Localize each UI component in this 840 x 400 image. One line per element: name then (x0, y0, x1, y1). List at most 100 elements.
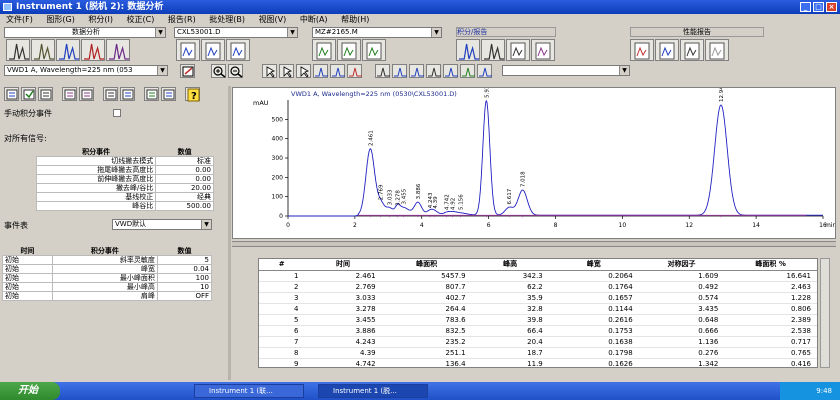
integrate-now-button[interactable] (4, 87, 19, 101)
integration-settings-button[interactable] (481, 39, 505, 61)
compare-button[interactable] (106, 39, 130, 61)
table-row[interactable]: 4 3.278 264.4 32.8 0.1144 3.435 0.806 (259, 303, 817, 315)
timed-event-event[interactable]: 最小峰面积 (51, 273, 158, 283)
timed-event-time[interactable]: 初始 (2, 264, 53, 274)
timed-event-row[interactable]: 初始 最小峰高 10 (2, 282, 213, 292)
event-value[interactable]: 500.00 (155, 201, 214, 211)
manual-integrate-button[interactable] (375, 64, 390, 78)
menu-view[interactable]: 视图(V) (259, 15, 287, 24)
timed-event-time[interactable]: 初始 (2, 282, 53, 292)
report-button[interactable] (506, 39, 530, 61)
instrument-button[interactable] (6, 39, 30, 61)
manual-events-checkbox[interactable] (113, 109, 121, 117)
timed-event-event[interactable]: 峰宽 (51, 264, 158, 274)
results-scrollbar[interactable] (820, 258, 830, 368)
shoulder-button[interactable] (426, 64, 441, 78)
results-header[interactable]: # (259, 259, 305, 271)
table-row[interactable]: 7 4.243 235.2 20.4 0.1638 1.136 0.717 (259, 336, 817, 348)
method-edit-button[interactable] (362, 39, 386, 61)
results-header[interactable]: 峰面积 (381, 259, 472, 271)
export-button[interactable] (144, 87, 159, 101)
file-select[interactable]: CXL53001.D ▼ (174, 27, 298, 38)
pointer-button[interactable] (262, 64, 277, 78)
peak-label-button[interactable] (296, 64, 311, 78)
method-select[interactable]: MZ#2165.M ▼ (312, 27, 442, 38)
table-row[interactable]: 9 4.742 136.4 11.9 0.1626 1.342 0.416 (259, 358, 817, 367)
event-value[interactable]: 标准 (155, 156, 214, 166)
results-header[interactable]: 时间 (304, 259, 382, 271)
load-file-button[interactable] (176, 39, 200, 61)
perf-report-button[interactable] (630, 39, 654, 61)
timed-event-event[interactable]: 肩峰 (51, 291, 158, 301)
overlay-button[interactable] (81, 39, 105, 61)
integrate-button[interactable] (456, 39, 480, 61)
load-method-button[interactable] (312, 39, 336, 61)
event-value[interactable]: 0.00 (155, 165, 214, 175)
timed-event-event[interactable]: 斜率灵敏度 (51, 255, 158, 265)
timed-event-time[interactable]: 初始 (2, 255, 53, 265)
close-button[interactable]: × (826, 2, 837, 12)
grid-button[interactable] (120, 87, 135, 101)
timed-event-event[interactable]: 最小峰高 (51, 282, 158, 292)
spectrum-button[interactable] (460, 64, 475, 78)
table-row[interactable]: 1 2.461 5457.9 342.3 0.2064 1.609 16.641 (259, 270, 817, 282)
event-value[interactable]: 20.00 (155, 183, 214, 193)
edit-events-button[interactable] (21, 87, 36, 101)
perf-preview-button[interactable] (655, 39, 679, 61)
zoom-out-button[interactable] (228, 64, 243, 78)
timed-event-value[interactable]: 0.04 (156, 264, 213, 274)
menu-report[interactable]: 报告(R) (168, 15, 196, 24)
menu-calibration[interactable]: 校正(C) (127, 15, 155, 24)
next-file-button[interactable] (201, 39, 225, 61)
remove-button[interactable] (161, 87, 176, 101)
results-header[interactable]: 峰宽 (548, 259, 639, 271)
start-button[interactable]: 开始 (0, 382, 60, 400)
table-row[interactable]: 3 3.033 402.7 35.9 0.1657 0.574 1.228 (259, 292, 817, 304)
drop-line-button[interactable] (443, 64, 458, 78)
select-peak-button[interactable] (279, 64, 294, 78)
event-table-select[interactable]: VWD默认 ▼ (112, 219, 212, 230)
signal-button[interactable] (56, 39, 80, 61)
signal-select[interactable]: VWD1 A, Wavelength=225 nm (053 ▼ (4, 65, 168, 76)
menu-help[interactable]: 帮助(H) (341, 15, 369, 24)
prev-file-button[interactable] (226, 39, 250, 61)
results-header[interactable]: 峰面积 % (724, 259, 817, 271)
peak-purity-button[interactable] (477, 64, 492, 78)
timed-event-time[interactable]: 初始 (2, 273, 53, 283)
perf-disabled-button[interactable] (705, 39, 729, 61)
table-row[interactable]: 6 3.886 832.5 66.4 0.1753 0.666 2.538 (259, 325, 817, 337)
split-peak-button[interactable] (330, 64, 345, 78)
timed-event-row[interactable]: 初始 峰宽 0.04 (2, 264, 213, 274)
timed-event-value[interactable]: OFF (156, 291, 213, 301)
maximize-button[interactable]: □ (813, 2, 824, 12)
menu-abort[interactable]: 中断(A) (300, 15, 328, 24)
taskbar-item-online[interactable]: Instrument 1 (联... (194, 384, 304, 398)
panel-splitter[interactable] (228, 86, 231, 380)
append-button[interactable] (62, 87, 77, 101)
extra-select[interactable]: ▼ (502, 65, 630, 76)
edit-button[interactable] (180, 64, 195, 78)
event-value[interactable]: 0.00 (155, 174, 214, 184)
timed-event-row[interactable]: 初始 最小峰面积 100 (2, 273, 213, 283)
menu-batch[interactable]: 批处理(B) (209, 15, 245, 24)
timed-event-time[interactable]: 初始 (2, 291, 53, 301)
table-row[interactable]: 5 3.455 783.6 39.8 0.2616 0.648 2.389 (259, 314, 817, 326)
event-value[interactable]: 经典 (155, 192, 214, 202)
minimize-button[interactable]: _ (800, 2, 811, 12)
timed-event-value[interactable]: 10 (156, 282, 213, 292)
timed-event-value[interactable]: 100 (156, 273, 213, 283)
timed-event-row[interactable]: 初始 斜率灵敏度 5 (2, 255, 213, 265)
tangent-skim-button[interactable] (392, 64, 407, 78)
table-row[interactable]: 8 4.39 251.1 18.7 0.1798 0.276 0.765 (259, 347, 817, 359)
baseline-button[interactable] (313, 64, 328, 78)
results-header[interactable]: 峰高 (471, 259, 549, 271)
menu-graphics[interactable]: 图形(G) (46, 15, 74, 24)
table-button[interactable] (103, 87, 118, 101)
sequence-button[interactable] (31, 39, 55, 61)
delete-peak-button[interactable] (347, 64, 362, 78)
negative-peak-button[interactable] (409, 64, 424, 78)
insert-button[interactable] (79, 87, 94, 101)
perf-print-button[interactable] (680, 39, 704, 61)
view-select[interactable]: 数据分析 ▼ (4, 27, 166, 38)
help-button[interactable]: ? (185, 87, 200, 102)
